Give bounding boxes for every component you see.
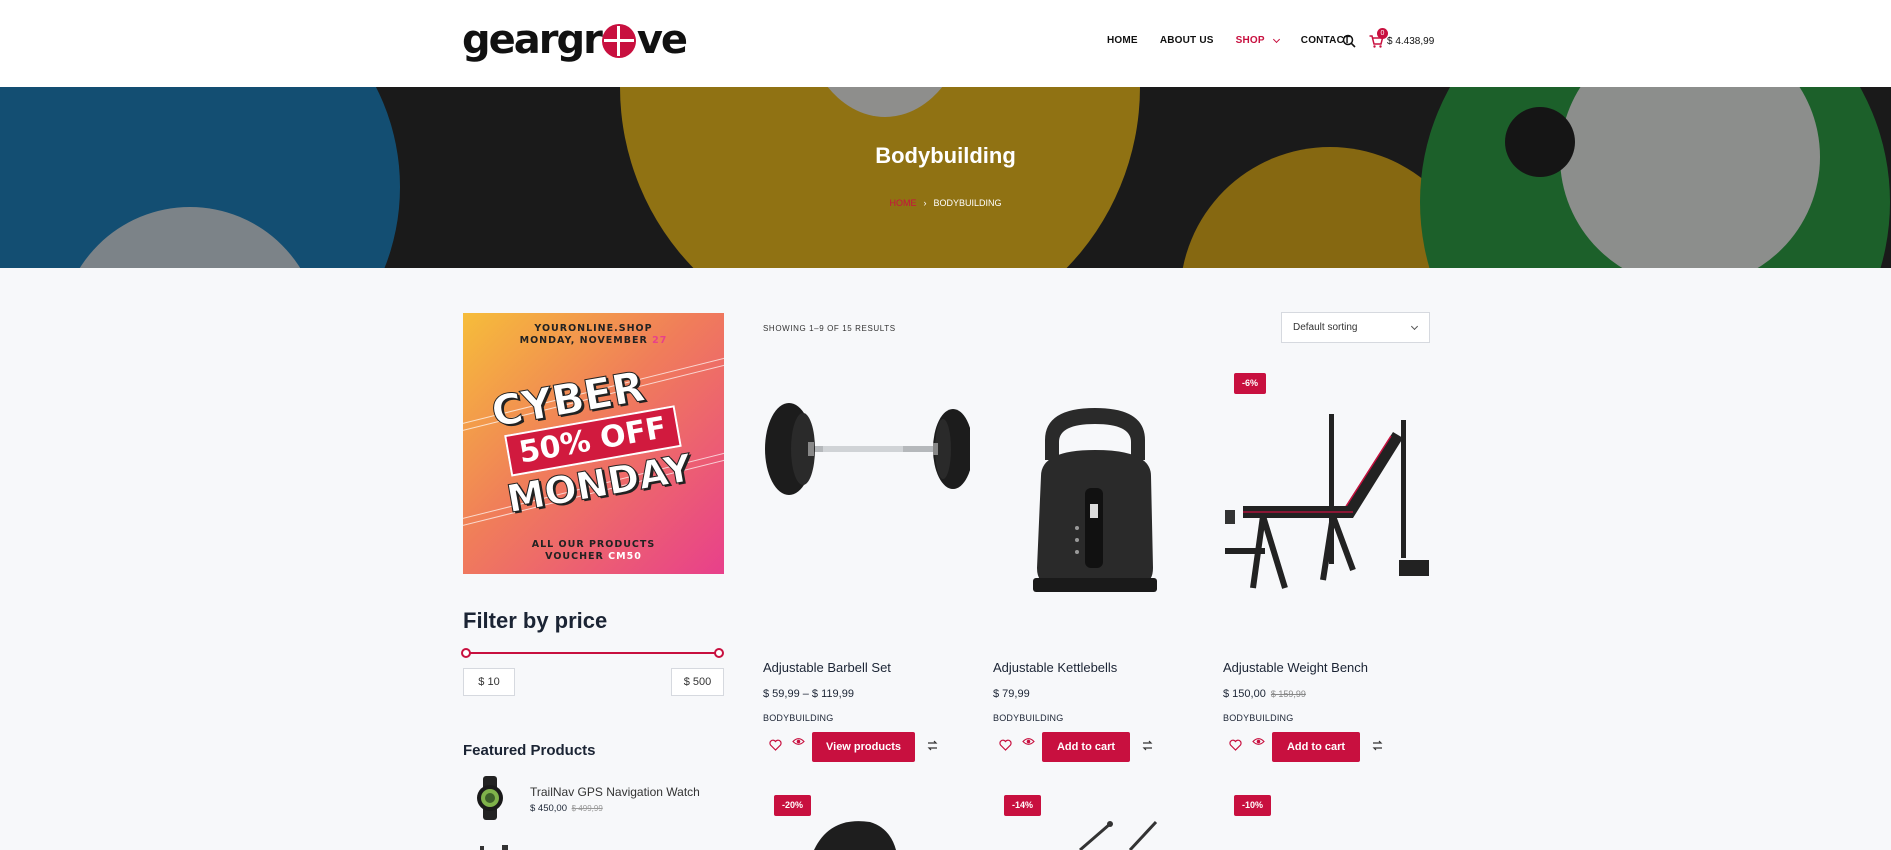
product-name[interactable]: Adjustable Kettlebells bbox=[993, 660, 1117, 675]
product-image-row2-2[interactable] bbox=[1070, 818, 1160, 850]
site-logo[interactable]: geargr ve bbox=[462, 17, 688, 63]
add-to-cart-button[interactable]: Add to cart bbox=[1272, 732, 1360, 762]
nav-shop[interactable]: SHOP bbox=[1236, 35, 1280, 46]
wishlist-heart-icon[interactable] bbox=[1229, 739, 1242, 752]
compare-icon[interactable] bbox=[1371, 739, 1384, 752]
breadcrumb: HOME › BODYBUILDING bbox=[0, 198, 1891, 208]
page-hero: Bodybuilding HOME › BODYBUILDING bbox=[0, 87, 1891, 268]
featured-product-name[interactable]: TrailNav GPS Navigation Watch bbox=[530, 785, 700, 799]
price-slider-max-handle[interactable] bbox=[714, 648, 724, 658]
product-price: $ 59,99 – $ 119,99 bbox=[763, 688, 854, 700]
product-name[interactable]: Adjustable Weight Bench bbox=[1223, 660, 1368, 675]
quick-view-eye-icon[interactable] bbox=[792, 735, 805, 748]
product-category[interactable]: BODYBUILDING bbox=[1223, 713, 1293, 723]
basketball-icon bbox=[601, 24, 636, 58]
featured-product-price: $ 450,00 $ 499,99 bbox=[530, 803, 603, 814]
site-header: geargr ve HOME ABOUT US SHOP CONTACT 0 $ … bbox=[0, 0, 1891, 87]
cyber-monday-promo-banner[interactable]: YOURONLINE.SHOP MONDAY, NOVEMBER 27 CYBE… bbox=[463, 313, 724, 574]
breadcrumb-current: BODYBUILDING bbox=[933, 198, 1002, 208]
product-price: $ 150,00 $ 159,99 bbox=[1223, 688, 1306, 700]
gps-watch-thumbnail[interactable] bbox=[472, 776, 508, 820]
product-image-barbell[interactable] bbox=[763, 380, 970, 610]
breadcrumb-home-link[interactable]: HOME bbox=[889, 198, 916, 208]
wishlist-heart-icon[interactable] bbox=[999, 739, 1012, 752]
product-price: $ 79,99 bbox=[993, 688, 1030, 700]
product-image-kettlebell[interactable] bbox=[993, 380, 1200, 610]
view-products-button[interactable]: View products bbox=[812, 732, 915, 762]
product-category[interactable]: BODYBUILDING bbox=[763, 713, 833, 723]
cart-button[interactable]: 0 $ 4.438,99 bbox=[1369, 28, 1435, 48]
wishlist-heart-icon[interactable] bbox=[769, 739, 782, 752]
compare-icon[interactable] bbox=[926, 739, 939, 752]
breadcrumb-separator: › bbox=[923, 198, 927, 208]
logo-text-left: geargr bbox=[462, 17, 603, 63]
result-count: SHOWING 1–9 OF 15 RESULTS bbox=[763, 324, 896, 333]
promo-headline: CYBER 50% OFF MONDAY bbox=[487, 361, 696, 522]
discount-badge: -10% bbox=[1234, 795, 1272, 816]
product-category[interactable]: BODYBUILDING bbox=[993, 713, 1063, 723]
product-image-weight-bench[interactable] bbox=[1223, 380, 1430, 610]
product-name[interactable]: Adjustable Barbell Set bbox=[763, 660, 891, 675]
price-slider-track[interactable] bbox=[466, 652, 719, 654]
chevron-down-icon bbox=[1410, 322, 1419, 331]
filter-by-price-heading: Filter by price bbox=[463, 608, 608, 633]
compare-icon[interactable] bbox=[1141, 739, 1154, 752]
logo-text-right: ve bbox=[636, 17, 688, 63]
featured-products-heading: Featured Products bbox=[463, 742, 596, 759]
discount-badge: -20% bbox=[774, 795, 812, 816]
price-slider-min-handle[interactable] bbox=[461, 648, 471, 658]
page-title: Bodybuilding bbox=[875, 143, 1016, 168]
price-min-field[interactable]: $ 10 bbox=[463, 668, 515, 696]
nav-about-us[interactable]: ABOUT US bbox=[1160, 35, 1214, 46]
price-max-field[interactable]: $ 500 bbox=[671, 668, 724, 696]
promo-footer: ALL OUR PRODUCTS VOUCHER CM50 bbox=[531, 539, 656, 562]
product-image-row2-1[interactable] bbox=[810, 812, 900, 850]
discount-badge: -14% bbox=[1004, 795, 1042, 816]
cart-count-badge: 0 bbox=[1377, 28, 1388, 39]
main-nav: HOME ABOUT US SHOP CONTACT bbox=[1107, 35, 1372, 46]
chevron-down-icon bbox=[1272, 35, 1280, 43]
quick-view-eye-icon[interactable] bbox=[1022, 735, 1035, 748]
nav-home[interactable]: HOME bbox=[1107, 35, 1138, 46]
search-icon[interactable] bbox=[1342, 34, 1356, 48]
add-to-cart-button[interactable]: Add to cart bbox=[1042, 732, 1130, 762]
featured-product-thumbnail[interactable] bbox=[476, 844, 512, 850]
promo-header: YOURONLINE.SHOP MONDAY, NOVEMBER 27 bbox=[519, 323, 668, 346]
quick-view-eye-icon[interactable] bbox=[1252, 735, 1265, 748]
cart-total: $ 4.438,99 bbox=[1387, 36, 1435, 47]
sort-select[interactable]: Default sorting bbox=[1281, 312, 1430, 343]
